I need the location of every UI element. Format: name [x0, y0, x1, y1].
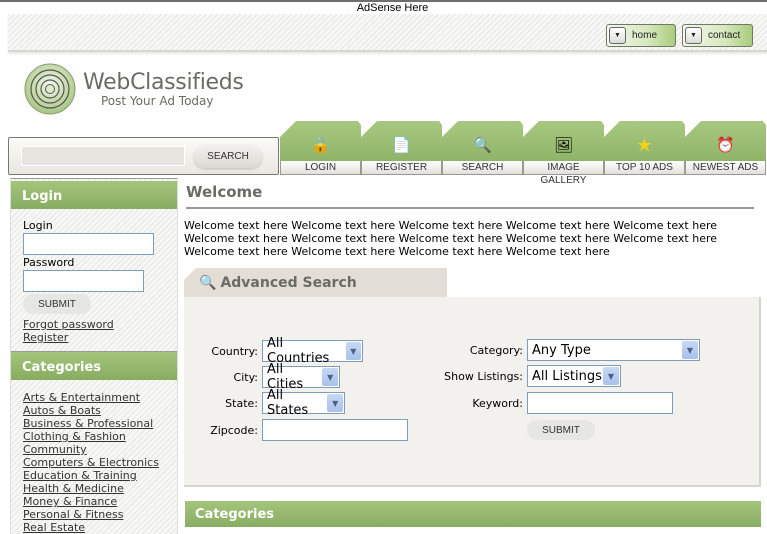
list-item: Money & Finance [23, 495, 177, 508]
tab-label: REGISTER [361, 161, 442, 175]
tab-label: TOP 10 ADS [604, 161, 685, 175]
divider [186, 207, 754, 209]
categories-list: Arts & Entertainment Autos & Boats Busin… [11, 380, 177, 534]
category-link[interactable]: Business & Professional [23, 417, 153, 430]
forgot-password-link[interactable]: Forgot password [23, 318, 114, 331]
list-item: Personal & Fitness [23, 508, 177, 521]
logo-icon [24, 63, 76, 115]
keyword-label: Keyword: [472, 396, 523, 410]
home-label: home [632, 30, 658, 41]
search-bar: SEARCH [8, 137, 279, 175]
city-label: City: [233, 370, 258, 384]
category-link[interactable]: Education & Training [23, 469, 137, 482]
state-select[interactable]: All States ▼ [262, 388, 345, 418]
tab-login[interactable]: 🔒 LOGIN [280, 121, 361, 176]
home-button[interactable]: ▼ home [606, 24, 676, 47]
list-item: Business & Professional [23, 417, 177, 430]
advanced-search-header: 🔍 Advanced Search [184, 268, 447, 298]
tab-label: SEARCH [442, 161, 523, 175]
tab-newest-ads[interactable]: ⏰ NEWEST ADS [685, 121, 766, 176]
list-item: Real Estate [23, 521, 177, 534]
tab-image-gallery[interactable]: 🖼 IMAGE GALLERY [523, 121, 604, 186]
register-link[interactable]: Register [23, 331, 68, 344]
login-label: Login [23, 219, 53, 232]
list-item: Computers & Electronics [23, 456, 177, 469]
contact-label: contact [708, 30, 741, 41]
city-select[interactable]: All Cities ▼ [262, 362, 340, 392]
category-label: Category: [469, 343, 523, 357]
brand-name: WebClassifieds [83, 70, 244, 95]
main-nav: 🔒 LOGIN 📄 REGISTER 🔍 SEARCH 🖼 IMAGE GALL… [280, 121, 767, 186]
tab-label: LOGIN [280, 161, 361, 175]
zipcode-label: Zipcode: [210, 423, 258, 437]
keyword-input[interactable] [527, 392, 673, 414]
password-input[interactable] [23, 270, 144, 292]
tab-top-10-ads[interactable]: ★ TOP 10 ADS [604, 121, 685, 176]
category-link[interactable]: Real Estate [23, 521, 85, 534]
chevron-down-icon: ▼ [685, 27, 702, 44]
tab-label: NEWEST ADS [685, 161, 766, 175]
chevron-down-icon: ▼ [322, 368, 338, 386]
category-link[interactable]: Community [23, 443, 87, 456]
show-listings-select[interactable]: All Listings ▼ [527, 365, 621, 387]
categories-panel: Categories Arts & Entertainment Autos & … [11, 351, 177, 534]
tab-label: IMAGE GALLERY [523, 161, 604, 186]
chevron-down-icon: ▼ [609, 27, 626, 44]
show-listings-value: All Listings [532, 368, 602, 384]
welcome-text: Welcome text here Welcome text here Welc… [184, 219, 718, 258]
category-link[interactable]: Computers & Electronics [23, 456, 159, 469]
top-band: ▼ home ▼ contact [8, 14, 767, 52]
zipcode-input[interactable] [262, 419, 408, 441]
country-select[interactable]: All Countries ▼ [262, 336, 363, 366]
country-label: Country: [211, 344, 258, 358]
category-link[interactable]: Arts & Entertainment [23, 391, 140, 404]
login-submit-button[interactable]: SUBMIT [23, 294, 91, 314]
search-button[interactable]: SEARCH [194, 145, 262, 168]
document-icon: 📄 [392, 136, 411, 154]
login-panel: Login Login Password SUBMIT Forgot passw… [11, 178, 177, 350]
list-item: Community [23, 443, 177, 456]
category-select[interactable]: Any Type ▼ [527, 339, 700, 361]
login-input[interactable] [23, 233, 154, 255]
category-link[interactable]: Personal & Fitness [23, 508, 123, 521]
chevron-down-icon: ▼ [345, 342, 361, 360]
alarm-clock-icon: ⏰ [716, 136, 735, 154]
padlock-icon: 🔒 [311, 136, 330, 154]
picture-icon: 🖼 [553, 136, 574, 154]
category-link[interactable]: Clothing & Fashion [23, 430, 126, 443]
sidebar: Login Login Password SUBMIT Forgot passw… [10, 178, 178, 534]
state-label: State: [225, 396, 258, 410]
categories-section-header: Categories [185, 501, 761, 527]
star-icon: ★ [636, 134, 653, 156]
search-input[interactable] [21, 146, 185, 166]
list-item: Autos & Boats [23, 404, 177, 417]
contact-button[interactable]: ▼ contact [682, 24, 753, 47]
advanced-search-title: Advanced Search [220, 275, 357, 291]
tab-register[interactable]: 📄 REGISTER [361, 121, 442, 176]
categories-heading: Categories [11, 352, 177, 380]
chevron-down-icon: ▼ [603, 367, 619, 385]
category-link[interactable]: Autos & Boats [23, 404, 101, 417]
magnifier-icon: 🔍 [473, 136, 492, 154]
brand-tagline: Post Your Ad Today [101, 94, 214, 108]
category-value: Any Type [532, 342, 591, 358]
advanced-search-submit-button[interactable]: SUBMIT [527, 420, 595, 440]
list-item: Arts & Entertainment [23, 391, 177, 404]
state-value: All States [267, 388, 309, 418]
category-link[interactable]: Health & Medicine [23, 482, 124, 495]
password-label: Password [23, 256, 75, 269]
login-heading: Login [11, 181, 177, 209]
magnifier-icon: 🔍 [199, 275, 217, 291]
list-item: Clothing & Fashion [23, 430, 177, 443]
list-item: Health & Medicine [23, 482, 177, 495]
tab-search[interactable]: 🔍 SEARCH [442, 121, 523, 176]
list-item: Education & Training [23, 469, 177, 482]
advanced-search-form: Country: All Countries ▼ City: All Citie… [184, 297, 761, 487]
chevron-down-icon: ▼ [682, 341, 698, 359]
welcome-heading: Welcome [186, 183, 263, 201]
show-listings-label: Show Listings: [444, 369, 523, 383]
category-link[interactable]: Money & Finance [23, 495, 117, 508]
chevron-down-icon: ▼ [327, 394, 343, 412]
